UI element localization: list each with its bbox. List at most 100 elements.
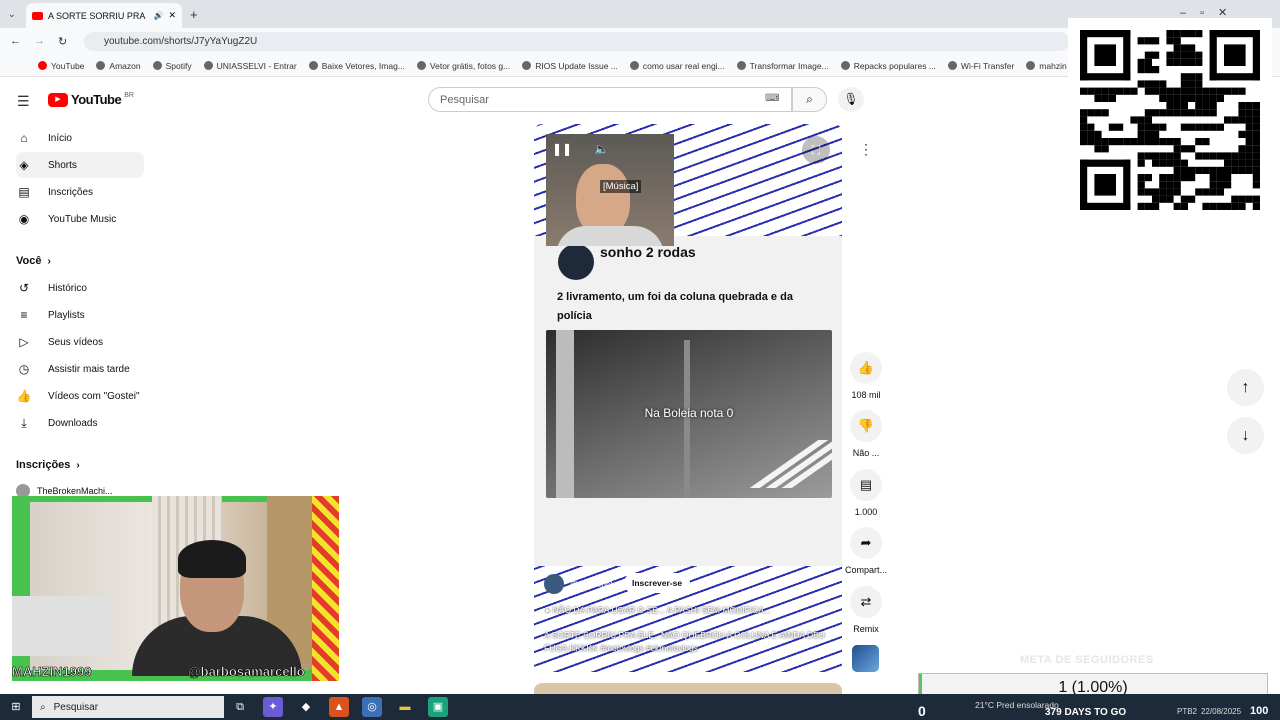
shorts-icon: ◈ xyxy=(19,158,29,172)
next-short-button[interactable]: ↓ xyxy=(1227,417,1264,454)
file-explorer-icon[interactable]: ▬ xyxy=(395,697,415,717)
streamer-hair xyxy=(178,540,246,578)
sidebar-item-assistir-mais-tarde[interactable]: ◷ Assistir mais tarde xyxy=(16,356,144,382)
video-channel-name: sonho 2 rodas xyxy=(600,244,696,260)
comments-button[interactable]: ▤ 1.000 xyxy=(842,469,890,517)
youtube-favicon-icon xyxy=(32,11,43,20)
history-icon: ↺ xyxy=(18,281,30,295)
streamer-webcam: MAHZIN1999 @barbosamarcello xyxy=(12,496,339,681)
menu-icon[interactable]: ☰ xyxy=(17,93,30,110)
bookmark-item[interactable]: Baixe Vetores, Imag... xyxy=(308,61,405,71)
keyboard-icon[interactable]: ⌨ xyxy=(765,93,779,104)
sidebar-item-playlists[interactable]: ≡ Playlists xyxy=(16,302,144,328)
tab-close-icon[interactable]: ✕ xyxy=(168,10,176,21)
dislike-button[interactable]: 👎 Não ... xyxy=(842,410,890,458)
tab-audio-icon[interactable]: 🔊 xyxy=(153,11,163,20)
remix-icon: ⇄ xyxy=(850,586,882,618)
like-count: 108 mil xyxy=(851,390,881,400)
browser-tab[interactable]: A SORTE SORRIU PRA ELE. 🔊 ✕ xyxy=(26,3,182,28)
subscriptions-section-header[interactable]: Inscrições › xyxy=(16,459,80,471)
bookmark-favicon-icon xyxy=(947,61,957,70)
bookmark-favicon-icon xyxy=(38,61,47,70)
bookmark-label: como usar real engi... xyxy=(642,60,725,71)
voice-search-button[interactable]: 🎙 xyxy=(838,87,864,112)
back-icon[interactable]: ← xyxy=(10,35,21,47)
more-options-icon[interactable]: ⋮ xyxy=(854,137,878,161)
sidebar-item-youtube-music[interactable]: ◉ YouTube Music xyxy=(16,206,144,232)
bookmark-label: Transformar Image... xyxy=(749,60,829,71)
pause-icon[interactable]: ❚❚ xyxy=(552,142,572,156)
short-music[interactable]: ▸ NÃO DA PARA USAR O SE... A PASHI SEM M… xyxy=(546,605,771,616)
clip-overlay-text: Na Boleia nota 0 xyxy=(644,406,734,420)
taskbar-clock[interactable]: 22/08/2025 xyxy=(1201,707,1241,716)
short-author[interactable]: @CKwerick xyxy=(544,574,615,594)
new-tab-icon[interactable]: + xyxy=(190,7,198,22)
taskbar-search[interactable]: ⌕ Pesquisar xyxy=(32,696,224,718)
bookmark-item[interactable]: Wi-Fi Transfer xyxy=(947,61,1014,71)
subscriptions-section-title: Inscrições xyxy=(16,459,71,471)
goal-title: META DE SEGUIDORES xyxy=(1020,654,1154,666)
webcam-frame-decoration xyxy=(312,496,339,681)
sidebar-item-label: Assistir mais tarde xyxy=(48,363,130,375)
input-language[interactable]: PTB2 xyxy=(1177,707,1197,716)
sound-thumbnail[interactable] xyxy=(852,645,879,672)
reload-icon[interactable]: ↻ xyxy=(58,35,67,48)
volume-icon[interactable]: 🔈 xyxy=(594,142,609,156)
qr-code xyxy=(1068,18,1272,214)
channel-avatar xyxy=(558,244,594,280)
url-field[interactable]: youtube.com/shorts/J7yYaYugZ2U xyxy=(84,32,1069,51)
downloads-icon: ⤓ xyxy=(21,415,27,430)
bookmark-favicon-icon xyxy=(203,61,213,70)
bookmark-item[interactable]: Amazon xyxy=(96,61,141,71)
sidebar-item-vídeos-com-gostei[interactable]: 👍 Vídeos com "Gostei" xyxy=(16,383,144,409)
bookmark-label: Repacks populares ... xyxy=(853,60,936,71)
previous-short-button[interactable]: ↑ xyxy=(1227,369,1264,406)
app-icon-green[interactable]: ▣ xyxy=(428,697,448,717)
app-icon[interactable]: ◆ xyxy=(296,697,316,717)
remix-button[interactable]: ⇄ Remix xyxy=(842,586,890,634)
youtube-logo[interactable]: ▶ YouTube BR xyxy=(48,92,134,107)
tab-list-icon[interactable]: ⌄ xyxy=(8,9,16,20)
bookmark-label: Spotify xyxy=(165,60,192,71)
windows-start-icon[interactable]: ⊞ xyxy=(6,697,26,717)
playlists-icon: ≡ xyxy=(20,308,28,322)
bookmark-item[interactable]: Repacks populares ... xyxy=(840,60,936,71)
copilot-icon[interactable]: ✦ xyxy=(263,697,283,717)
like-button[interactable]: 👍 108 mil xyxy=(842,352,890,400)
bookmark-item[interactable]: Transformar Image... xyxy=(736,60,829,71)
chevron-right-icon: › xyxy=(47,255,51,267)
bookmark-item[interactable]: UNIASSELVI - Entrar xyxy=(203,61,297,71)
bookmark-item[interactable]: Spotify xyxy=(152,60,192,71)
bookmark-item[interactable]: YouTube xyxy=(38,61,84,71)
sidebar-item-shorts[interactable]: ◈ Shorts xyxy=(16,152,144,178)
sidebar-item-histórico[interactable]: ↺ Histórico xyxy=(16,275,144,301)
brave-icon[interactable]: ▲ xyxy=(329,697,349,717)
fullscreen-icon[interactable]: ⛶ xyxy=(802,136,830,164)
webcam-bed xyxy=(12,596,112,656)
share-button[interactable]: ➦ Compart... xyxy=(842,527,890,575)
home-icon: ⌂ xyxy=(20,131,28,145)
sidebar-item-inscrições[interactable]: ▤ Inscrições xyxy=(16,179,144,205)
subscribe-button[interactable]: Inscrever-se xyxy=(624,573,691,593)
bookmark-item[interactable]: Vetor grátis, fotos g... xyxy=(416,61,510,71)
short-player[interactable]: sonho 2 rodas 2 livramento, um foi da co… xyxy=(534,124,842,672)
chrome-icon[interactable]: ◎ xyxy=(362,697,382,717)
sidebar-item-label: Início xyxy=(48,132,72,144)
youtube-wordmark: YouTube xyxy=(71,92,122,107)
sidebar-item-label: Downloads xyxy=(48,417,98,429)
forward-icon[interactable]: → xyxy=(34,35,45,47)
taskbar-search-label: Pesquisar xyxy=(53,701,99,713)
short-title[interactable]: A SORTE SORRIU PRA ELE.. NÃO QUEBROU A C… xyxy=(544,629,834,655)
arrow-up-icon: ↑ xyxy=(1241,379,1250,396)
bookmark-favicon-icon xyxy=(522,61,532,70)
sidebar-item-início[interactable]: ⌂ Início xyxy=(16,125,144,151)
bookmark-item[interactable]: como usar real engi... xyxy=(629,60,725,71)
music-icon: ◉ xyxy=(18,212,30,226)
sidebar-item-downloads[interactable]: ⤓ Downloads xyxy=(16,410,144,436)
bookmark-item[interactable]: RIOS Update Issue ... xyxy=(522,61,618,71)
search-input[interactable]: Pesquisar xyxy=(428,87,792,112)
you-section-header[interactable]: Você › xyxy=(16,255,51,267)
task-view-icon[interactable]: ⧉ xyxy=(230,697,250,717)
search-button[interactable]: ⌕ xyxy=(792,87,827,112)
sidebar-item-seus-vídeos[interactable]: ▷ Seus vídeos xyxy=(16,329,144,355)
